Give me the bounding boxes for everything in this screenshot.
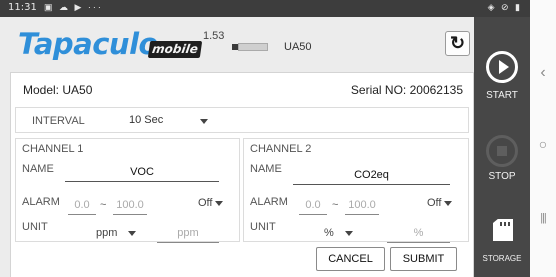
app-logo: Tapaculo [18, 27, 158, 61]
channel-title: CHANNEL 2 [250, 143, 312, 155]
usb-device-icon [232, 43, 268, 51]
submit-button[interactable]: SUBMIT [390, 247, 457, 271]
serial-number: Serial NO: 20062135 [350, 83, 463, 97]
system-status-icons: ◈ ⊘ ▮ [487, 2, 522, 12]
device-name: UA50 [284, 41, 312, 53]
unit-select[interactable]: ppm [96, 227, 137, 239]
status-bar: 11:31 ▣ ☁ ▶ ··· ◈ ⊘ ▮ [0, 0, 530, 17]
channel-title: CHANNEL 1 [22, 143, 84, 155]
unit-value: ppm [96, 227, 118, 239]
app-main: Tapaculo mobile 1.53 UA50 ↻ Model: UA50 … [0, 17, 474, 277]
custom-unit-input[interactable]: % [387, 227, 450, 243]
chevron-down-icon [215, 200, 224, 206]
model-label: Model: UA50 [23, 83, 93, 97]
system-nav-bar: ‹ ○ ||| [530, 0, 556, 277]
unit-label: UNIT [250, 221, 276, 233]
app-screen: 11:31 ▣ ☁ ▶ ··· ◈ ⊘ ▮ Tapaculo mobile 1.… [0, 0, 556, 277]
chevron-down-icon[interactable] [200, 119, 208, 124]
channel-2-card: CHANNEL 2 NAME CO2eq ALARM 0.0 ~ 100.0 O… [243, 138, 469, 243]
name-label: NAME [250, 163, 282, 175]
chevron-down-icon [128, 230, 137, 236]
stop-label: STOP [488, 171, 516, 182]
play-icon [486, 51, 518, 83]
cancel-button[interactable]: CANCEL [316, 247, 385, 271]
alarm-high-input[interactable]: 100.0 [345, 199, 379, 215]
interval-row: INTERVAL 10 Sec [15, 107, 469, 133]
refresh-button[interactable]: ↻ [445, 31, 470, 56]
alarm-mode-select[interactable]: Off [427, 197, 453, 209]
channel-name-input[interactable]: CO2eq [293, 169, 450, 185]
alarm-mode-select[interactable]: Off [198, 197, 224, 209]
unit-label: UNIT [22, 221, 48, 233]
alarm-range-separator: ~ [332, 199, 339, 211]
back-icon[interactable]: ‹ [530, 64, 556, 82]
storage-label: STORAGE [482, 254, 522, 263]
refresh-icon: ↻ [449, 33, 466, 53]
usb-body [238, 43, 268, 51]
sd-card-icon [493, 219, 513, 241]
channel-name-input[interactable]: VOC [65, 166, 219, 182]
name-label: NAME [22, 163, 54, 175]
alarm-mode-value: Off [198, 197, 213, 209]
unit-value: % [324, 227, 334, 239]
home-icon[interactable]: ○ [530, 136, 556, 152]
app-header: Tapaculo mobile 1.53 UA50 ↻ [0, 17, 474, 72]
custom-unit-input[interactable]: ppm [157, 227, 219, 243]
logo-badge: mobile [147, 41, 203, 58]
alarm-label: ALARM [22, 196, 60, 208]
alarm-low-input[interactable]: 0.0 [299, 199, 327, 215]
recents-icon[interactable]: ||| [530, 212, 556, 224]
alarm-low-input[interactable]: 0.0 [68, 199, 96, 215]
config-panel: Model: UA50 Serial NO: 20062135 INTERVAL… [10, 72, 474, 277]
interval-label: INTERVAL [32, 115, 85, 127]
alarm-label: ALARM [250, 196, 288, 208]
stop-icon [486, 135, 518, 167]
channel-1-card: CHANNEL 1 NAME VOC ALARM 0.0 ~ 100.0 Off… [15, 138, 240, 243]
status-time: 11:31 [8, 2, 37, 13]
notification-icons: ▣ ☁ ▶ ··· [44, 2, 103, 12]
unit-select[interactable]: % [324, 227, 353, 239]
alarm-range-separator: ~ [100, 199, 107, 211]
alarm-high-input[interactable]: 100.0 [113, 199, 147, 215]
action-sidebar: START STOP STORAGE [474, 17, 530, 277]
interval-select[interactable]: 10 Sec [129, 114, 163, 126]
start-label: START [486, 90, 518, 101]
app-version: 1.53 [203, 30, 225, 42]
chevron-down-icon [344, 230, 353, 236]
alarm-mode-value: Off [427, 197, 442, 209]
chevron-down-icon [444, 200, 453, 206]
